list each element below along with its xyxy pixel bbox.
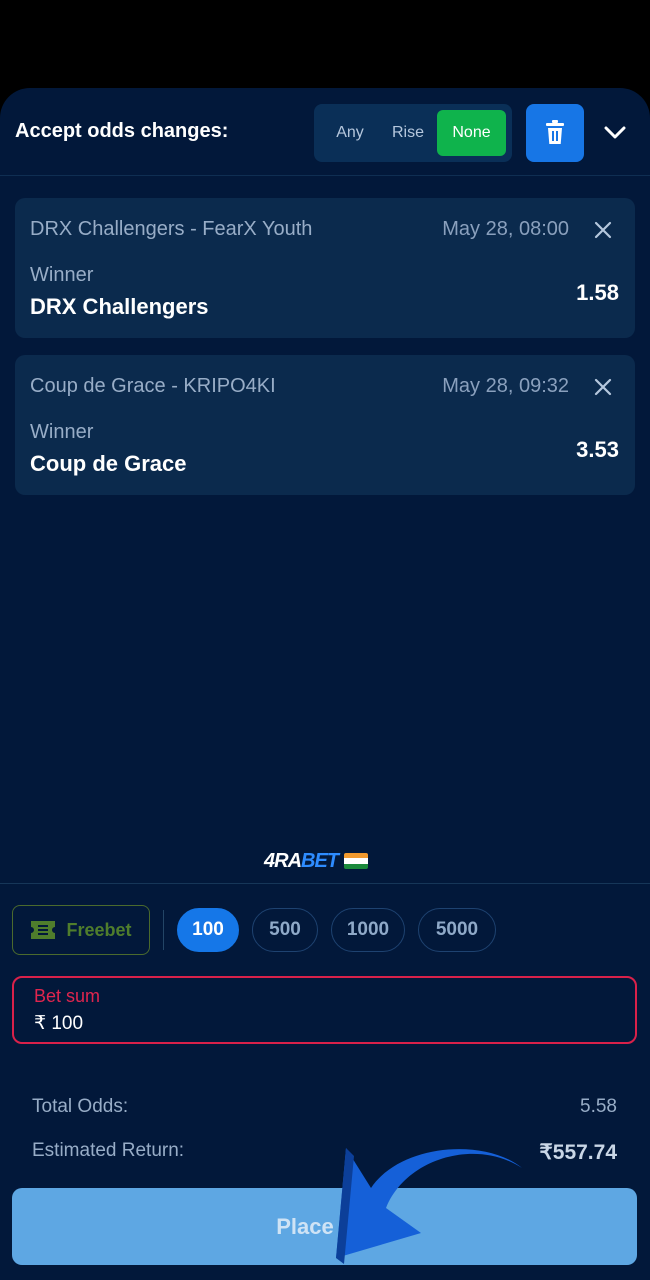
betslip-sheet: Accept odds changes: Any Rise None DRX C… (0, 88, 650, 1280)
estimated-return-value: ₹557.74 (539, 1141, 617, 1164)
stake-chip-5000[interactable]: 5000 (418, 908, 496, 952)
total-odds-label: Total Odds: (32, 1096, 129, 1117)
brand-logo: 4RABET (264, 848, 369, 874)
option-none[interactable]: None (437, 110, 506, 156)
divider (0, 883, 650, 884)
freebet-label: Freebet (66, 919, 132, 940)
trash-icon (546, 120, 564, 144)
logo-text: 4RABET (264, 849, 339, 872)
match-name: DRX Challengers - FearX Youth (30, 218, 313, 240)
india-flag-icon (344, 853, 369, 869)
close-icon[interactable] (593, 377, 613, 397)
bet-card: Coup de Grace - KRIPO4KI May 28, 09:32 W… (15, 355, 635, 495)
freebet-button[interactable]: Freebet (12, 905, 150, 955)
stake-chip-100[interactable]: 100 (177, 908, 239, 952)
close-icon[interactable] (593, 220, 613, 240)
selection-name: DRX Challengers (30, 294, 209, 319)
place-bet-button[interactable]: Place bet (12, 1188, 637, 1265)
estimated-return-label: Estimated Return: (32, 1140, 185, 1161)
odds-changes-title: Accept odds changes: (15, 120, 229, 142)
chevron-down-icon (604, 126, 626, 139)
bet-sum-field[interactable]: Bet sum ₹ 100 (12, 976, 637, 1044)
stake-chip-500[interactable]: 500 (252, 908, 318, 952)
chip-separator (163, 910, 164, 950)
bet-card: DRX Challengers - FearX Youth May 28, 08… (15, 198, 635, 338)
bet-sum-value[interactable]: ₹ 100 (34, 1012, 83, 1035)
option-any[interactable]: Any (320, 110, 380, 156)
total-odds-value: 5.58 (580, 1096, 617, 1117)
stake-chip-1000[interactable]: 1000 (331, 908, 405, 952)
match-name: Coup de Grace - KRIPO4KI (30, 375, 276, 397)
ticket-icon (31, 921, 56, 939)
pointer-arrow-icon (336, 1148, 522, 1264)
market-name: Winner (30, 264, 94, 286)
match-time: May 28, 08:00 (442, 218, 569, 240)
bet-sum-label: Bet sum (34, 986, 101, 1006)
betslip-header: Accept odds changes: Any Rise None (0, 88, 650, 176)
collapse-button[interactable] (600, 118, 630, 148)
selection-odds: 3.53 (576, 437, 619, 462)
market-name: Winner (30, 421, 94, 443)
odds-changes-selector: Any Rise None (314, 104, 512, 162)
clear-betslip-button[interactable] (526, 104, 584, 162)
selection-odds: 1.58 (576, 280, 619, 305)
match-time: May 28, 09:32 (442, 375, 569, 397)
option-rise[interactable]: Rise (380, 110, 436, 156)
selection-name: Coup de Grace (30, 451, 187, 476)
total-odds-row: Total Odds: 5.58 (32, 1096, 617, 1118)
